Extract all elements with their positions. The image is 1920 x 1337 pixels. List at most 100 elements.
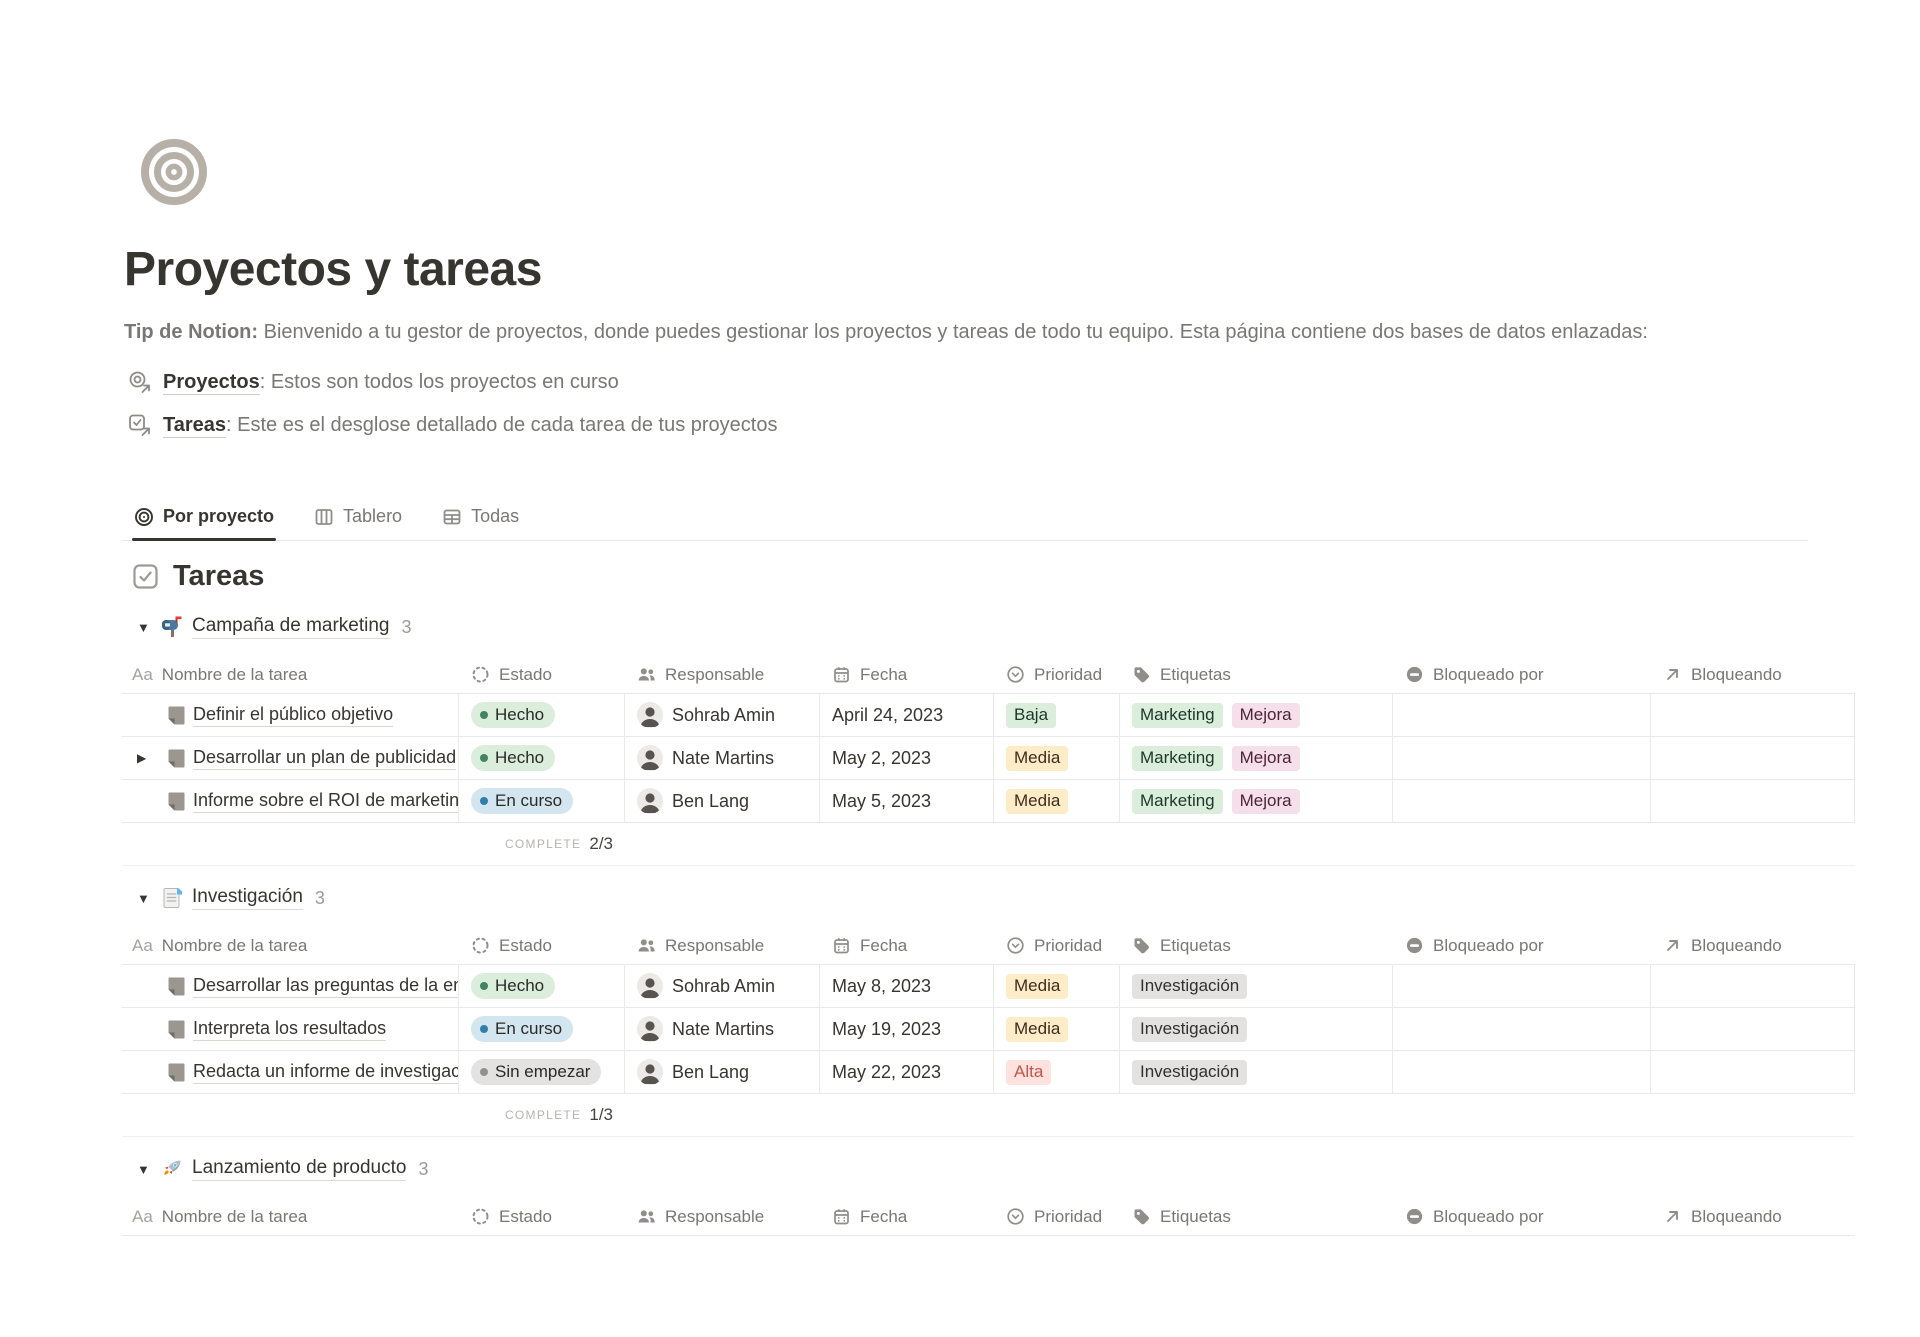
column-header-etiquetas[interactable]: Etiquetas: [1120, 1198, 1393, 1235]
task-name-cell[interactable]: ▶ Interpreta los resultados: [122, 1008, 459, 1050]
person-cell[interactable]: Ben Lang: [625, 780, 820, 822]
column-header-prioridad[interactable]: Prioridad: [994, 927, 1120, 964]
expand-triangle-icon[interactable]: ▶: [137, 751, 146, 765]
task-name-cell[interactable]: ▶ Desarrollar las preguntas de la encues…: [122, 965, 459, 1007]
date-cell[interactable]: May 5, 2023: [820, 780, 994, 822]
blocked-by-cell[interactable]: [1393, 1051, 1651, 1093]
tag-chip[interactable]: Marketing: [1132, 789, 1223, 814]
date-cell[interactable]: April 24, 2023: [820, 694, 994, 736]
complete-calculation[interactable]: COMPLETE 2/3: [459, 823, 625, 865]
column-header-estado[interactable]: Estado: [459, 1198, 625, 1235]
tab-todas[interactable]: Todas: [440, 500, 521, 540]
collapse-triangle-icon[interactable]: ▼: [137, 620, 152, 635]
date-cell[interactable]: May 8, 2023: [820, 965, 994, 1007]
column-header-prioridad[interactable]: Prioridad: [994, 656, 1120, 693]
column-header-bloqueado-por[interactable]: Bloqueado por: [1393, 656, 1651, 693]
blocking-cell[interactable]: [1651, 1051, 1855, 1093]
column-header-fecha[interactable]: Fecha: [820, 1198, 994, 1235]
tag-chip[interactable]: Mejora: [1232, 789, 1300, 814]
priority-cell[interactable]: Media: [994, 737, 1120, 779]
blocking-cell[interactable]: [1651, 965, 1855, 1007]
blocking-cell[interactable]: [1651, 737, 1855, 779]
group-title[interactable]: Lanzamiento de producto: [192, 1157, 406, 1181]
blocked-by-cell[interactable]: [1393, 1008, 1651, 1050]
column-header-etiquetas[interactable]: Etiquetas: [1120, 927, 1393, 964]
collapse-triangle-icon[interactable]: ▼: [137, 891, 152, 906]
task-name-link[interactable]: Desarrollar las preguntas de la encuesta: [193, 975, 458, 998]
task-name-cell[interactable]: ▶ Desarrollar un plan de publicidad: [122, 737, 459, 779]
column-header-responsable[interactable]: Responsable: [625, 656, 820, 693]
person-cell[interactable]: Ben Lang: [625, 1051, 820, 1093]
tag-chip[interactable]: Investigación: [1132, 974, 1247, 999]
blocking-cell[interactable]: [1651, 780, 1855, 822]
tags-cell[interactable]: Marketing Mejora: [1120, 694, 1393, 736]
status-pill[interactable]: Hecho: [471, 973, 555, 999]
blocked-by-cell[interactable]: [1393, 737, 1651, 779]
task-name-link[interactable]: Definir el público objetivo: [193, 704, 393, 727]
group-title[interactable]: Investigación: [192, 886, 303, 910]
blocked-by-cell[interactable]: [1393, 694, 1651, 736]
task-name-link[interactable]: Redacta un informe de investigación: [193, 1061, 458, 1084]
proyectos-link[interactable]: Proyectos: [163, 371, 260, 395]
status-cell[interactable]: Hecho: [459, 965, 625, 1007]
status-pill[interactable]: Hecho: [471, 745, 555, 771]
person-cell[interactable]: Nate Martins: [625, 737, 820, 779]
task-name-link[interactable]: Interpreta los resultados: [193, 1018, 386, 1041]
status-cell[interactable]: Hecho: [459, 694, 625, 736]
column-header-bloqueando[interactable]: Bloqueando: [1651, 656, 1855, 693]
task-name-link[interactable]: Desarrollar un plan de publicidad: [193, 747, 456, 770]
status-cell[interactable]: En curso: [459, 780, 625, 822]
tags-cell[interactable]: Marketing Mejora: [1120, 780, 1393, 822]
column-header-responsable[interactable]: Responsable: [625, 1198, 820, 1235]
blocking-cell[interactable]: [1651, 694, 1855, 736]
column-header-bloqueando[interactable]: Bloqueando: [1651, 1198, 1855, 1235]
priority-chip[interactable]: Alta: [1006, 1060, 1051, 1085]
tags-cell[interactable]: Investigación: [1120, 1051, 1393, 1093]
status-pill[interactable]: En curso: [471, 1016, 573, 1042]
column-header-name[interactable]: AaNombre de la tarea: [122, 656, 459, 693]
priority-chip[interactable]: Media: [1006, 746, 1068, 771]
person-cell[interactable]: Nate Martins: [625, 1008, 820, 1050]
page-emoji-target-icon[interactable]: [140, 138, 208, 206]
task-name-link[interactable]: Informe sobre el ROI de marketing: [193, 790, 458, 813]
tag-chip[interactable]: Marketing: [1132, 746, 1223, 771]
group-title[interactable]: Campaña de marketing: [192, 615, 390, 639]
tag-chip[interactable]: Mejora: [1232, 746, 1300, 771]
priority-cell[interactable]: Baja: [994, 694, 1120, 736]
column-header-fecha[interactable]: Fecha: [820, 927, 994, 964]
column-header-prioridad[interactable]: Prioridad: [994, 1198, 1120, 1235]
column-header-responsable[interactable]: Responsable: [625, 927, 820, 964]
priority-chip[interactable]: Media: [1006, 974, 1068, 999]
priority-cell[interactable]: Media: [994, 1008, 1120, 1050]
column-header-name[interactable]: AaNombre de la tarea: [122, 1198, 459, 1235]
person-cell[interactable]: Sohrab Amin: [625, 694, 820, 736]
complete-calculation[interactable]: COMPLETE 1/3: [459, 1094, 625, 1136]
status-pill[interactable]: Hecho: [471, 702, 555, 728]
priority-cell[interactable]: Media: [994, 965, 1120, 1007]
priority-chip[interactable]: Media: [1006, 789, 1068, 814]
tags-cell[interactable]: Investigación: [1120, 1008, 1393, 1050]
status-pill[interactable]: Sin empezar: [471, 1059, 601, 1085]
blocking-cell[interactable]: [1651, 1008, 1855, 1050]
blocked-by-cell[interactable]: [1393, 965, 1651, 1007]
tareas-link[interactable]: Tareas: [163, 414, 226, 438]
task-name-cell[interactable]: ▶ Redacta un informe de investigación: [122, 1051, 459, 1093]
column-header-estado[interactable]: Estado: [459, 656, 625, 693]
blocked-by-cell[interactable]: [1393, 780, 1651, 822]
column-header-name[interactable]: AaNombre de la tarea: [122, 927, 459, 964]
collapse-triangle-icon[interactable]: ▼: [137, 1162, 152, 1177]
task-name-cell[interactable]: ▶ Definir el público objetivo: [122, 694, 459, 736]
priority-cell[interactable]: Alta: [994, 1051, 1120, 1093]
column-header-bloqueado-por[interactable]: Bloqueado por: [1393, 927, 1651, 964]
tags-cell[interactable]: Marketing Mejora: [1120, 737, 1393, 779]
status-cell[interactable]: Sin empezar: [459, 1051, 625, 1093]
status-pill[interactable]: En curso: [471, 788, 573, 814]
column-header-estado[interactable]: Estado: [459, 927, 625, 964]
column-header-fecha[interactable]: Fecha: [820, 656, 994, 693]
tags-cell[interactable]: Investigación: [1120, 965, 1393, 1007]
priority-chip[interactable]: Baja: [1006, 703, 1056, 728]
tag-chip[interactable]: Marketing: [1132, 703, 1223, 728]
tag-chip[interactable]: Mejora: [1232, 703, 1300, 728]
tag-chip[interactable]: Investigación: [1132, 1060, 1247, 1085]
status-cell[interactable]: Hecho: [459, 737, 625, 779]
